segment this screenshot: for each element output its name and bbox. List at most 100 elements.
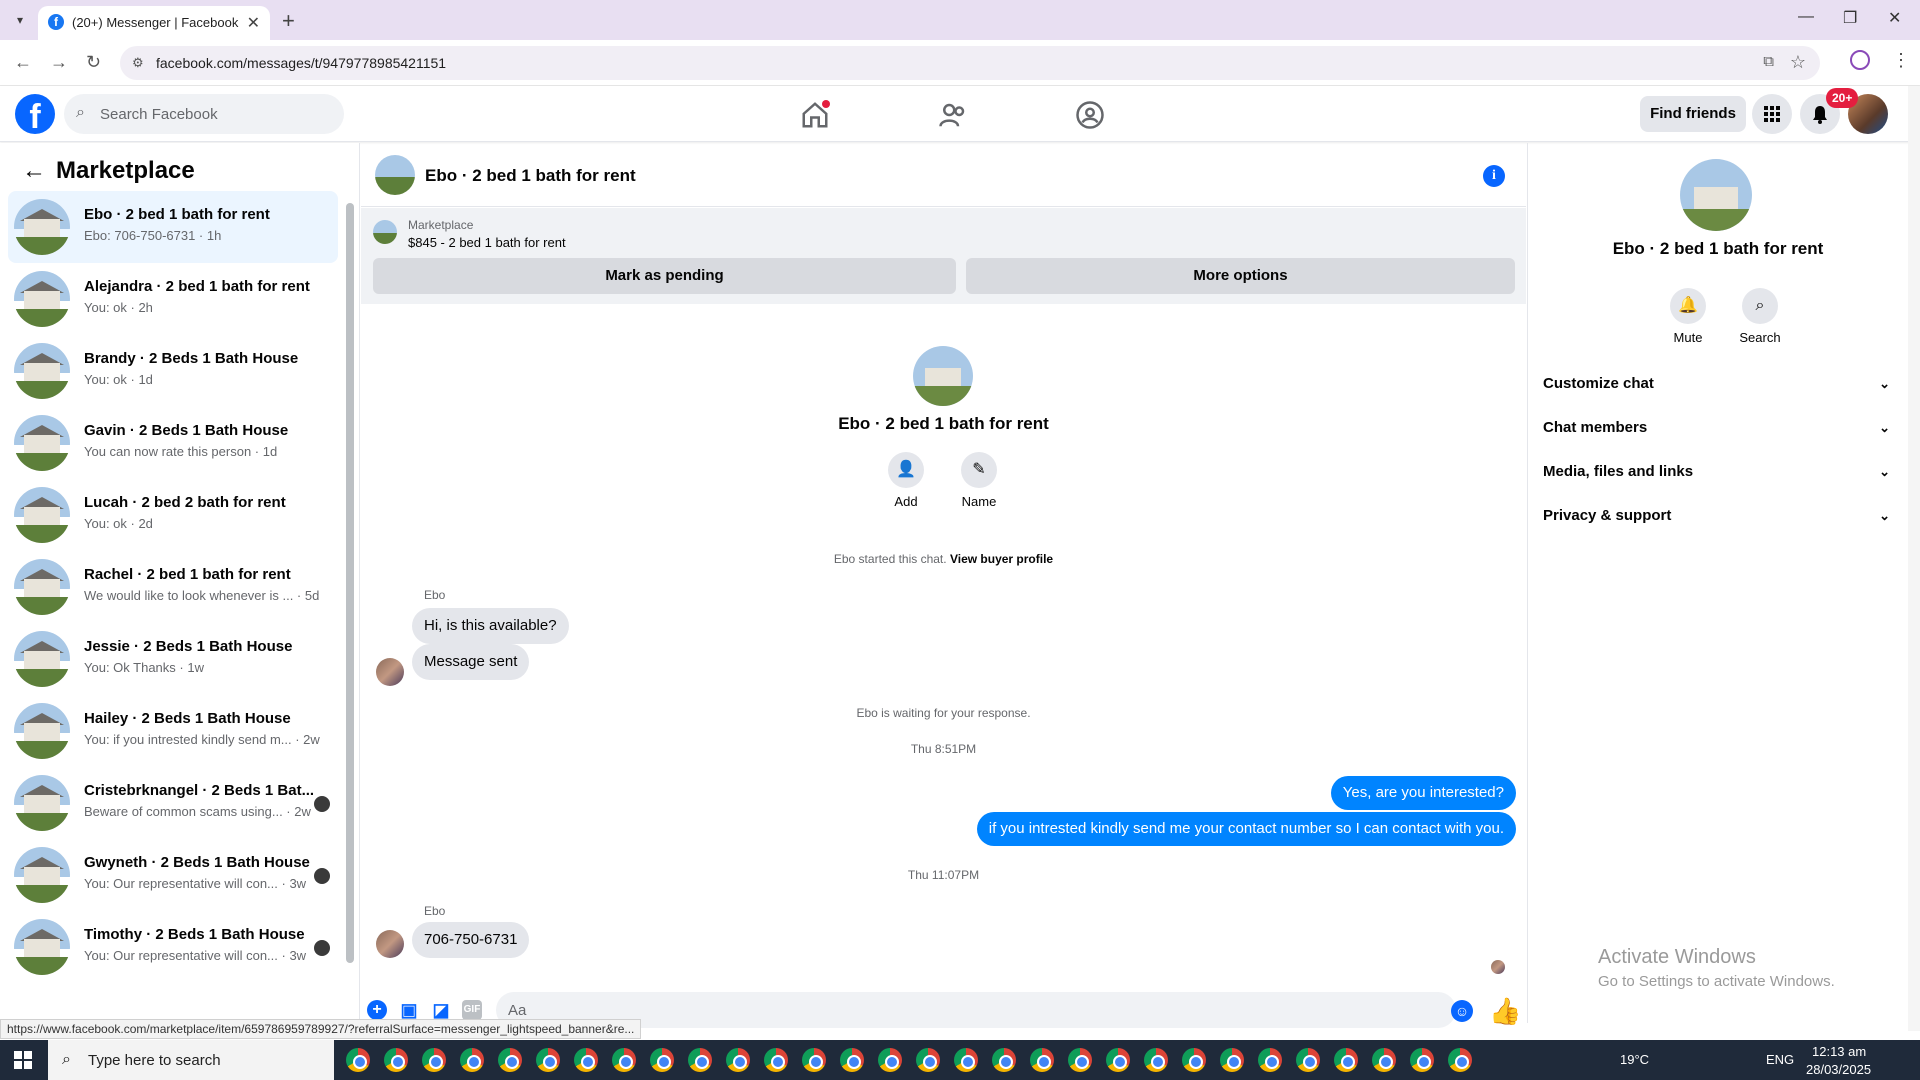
facebook-search[interactable]: ⌕ bbox=[64, 94, 344, 134]
conversation-item[interactable]: Ebo · 2 bed 1 bath for rent Ebo: 706-750-… bbox=[8, 191, 338, 263]
chrome-taskbar-icon[interactable] bbox=[992, 1048, 1016, 1072]
gif-icon[interactable]: GIF bbox=[462, 1000, 482, 1020]
photo-icon[interactable]: ▣ bbox=[399, 1000, 419, 1020]
clock-date[interactable]: 28/03/2025 bbox=[1806, 1062, 1871, 1077]
sticker-icon[interactable]: ◪ bbox=[431, 1000, 451, 1020]
back-arrow-icon[interactable]: ← bbox=[22, 157, 46, 185]
info-icon[interactable]: i bbox=[1483, 165, 1505, 187]
chrome-taskbar-icon[interactable] bbox=[1144, 1048, 1168, 1072]
new-tab-icon[interactable]: + bbox=[282, 8, 295, 34]
close-tab-icon[interactable]: ✕ bbox=[247, 13, 260, 33]
chrome-taskbar-icon[interactable] bbox=[764, 1048, 788, 1072]
chrome-taskbar-icon[interactable] bbox=[688, 1048, 712, 1072]
taskbar-search[interactable]: ⌕ Type here to search bbox=[48, 1040, 334, 1080]
chrome-taskbar-icon[interactable] bbox=[574, 1048, 598, 1072]
incoming-message[interactable]: 706-750-6731 bbox=[412, 922, 530, 958]
chrome-taskbar-icon[interactable] bbox=[650, 1048, 674, 1072]
chrome-taskbar-icon[interactable] bbox=[1030, 1048, 1054, 1072]
minimize-icon[interactable]: — bbox=[1798, 8, 1814, 26]
rename-action[interactable]: ✎ Name bbox=[949, 452, 1009, 509]
incoming-message[interactable]: Message sent bbox=[412, 644, 530, 680]
chat-avatar[interactable] bbox=[375, 155, 415, 195]
language-indicator[interactable]: ENG bbox=[1766, 1052, 1794, 1067]
section-privacy-support[interactable]: Privacy & support ⌄ bbox=[1543, 498, 1898, 534]
friends-icon[interactable] bbox=[938, 100, 968, 130]
chrome-taskbar-icon[interactable] bbox=[1448, 1048, 1472, 1072]
outgoing-message[interactable]: if you intrested kindly send me your con… bbox=[976, 812, 1516, 846]
more-options-button[interactable]: More options bbox=[966, 258, 1515, 294]
chrome-taskbar-icon[interactable] bbox=[1068, 1048, 1092, 1072]
chrome-taskbar-icon[interactable] bbox=[384, 1048, 408, 1072]
listing-thumbnail[interactable] bbox=[373, 220, 397, 244]
conversation-item[interactable]: Rachel · 2 bed 1 bath for rent We would l… bbox=[8, 551, 338, 623]
chrome-taskbar-icon[interactable] bbox=[1258, 1048, 1282, 1072]
incoming-message[interactable]: Hi, is this available? bbox=[412, 608, 569, 644]
listing-title[interactable]: $845 - 2 bed 1 bath for rent bbox=[408, 235, 566, 250]
chrome-taskbar-icon[interactable] bbox=[1220, 1048, 1244, 1072]
section-media-files-links[interactable]: Media, files and links ⌄ bbox=[1543, 454, 1898, 490]
find-friends-button[interactable]: Find friends bbox=[1640, 96, 1746, 132]
conversation-item[interactable]: Timothy · 2 Beds 1 Bath House You: Our re… bbox=[8, 911, 338, 983]
plus-icon[interactable]: + bbox=[367, 1000, 387, 1020]
chrome-taskbar-icon[interactable] bbox=[916, 1048, 940, 1072]
chrome-taskbar-icon[interactable] bbox=[422, 1048, 446, 1072]
thumbs-up-icon[interactable]: 👍 bbox=[1489, 996, 1521, 1027]
groups-icon[interactable] bbox=[1075, 100, 1105, 130]
chat-title[interactable]: Ebo · 2 bed 1 bath for rent bbox=[425, 166, 636, 186]
chrome-taskbar-icon[interactable] bbox=[346, 1048, 370, 1072]
sender-avatar[interactable] bbox=[376, 930, 404, 958]
forward-icon[interactable]: → bbox=[50, 52, 68, 73]
close-window-icon[interactable]: ✕ bbox=[1888, 8, 1901, 28]
sender-avatar[interactable] bbox=[376, 658, 404, 686]
omnibox[interactable]: ⚙ facebook.com/messages/t/94797789854211… bbox=[120, 46, 1820, 80]
back-icon[interactable]: ← bbox=[14, 52, 32, 73]
temperature[interactable]: 19°C bbox=[1620, 1052, 1649, 1067]
conversation-item[interactable]: Gavin · 2 Beds 1 Bath House You can now r… bbox=[8, 407, 338, 479]
outgoing-message[interactable]: Yes, are you interested? bbox=[1330, 776, 1516, 810]
reload-icon[interactable]: ↻ bbox=[86, 52, 101, 73]
conversation-item[interactable]: Lucah · 2 bed 2 bath for rent You: ok · 2… bbox=[8, 479, 338, 551]
install-app-icon[interactable]: ⧉ bbox=[1763, 53, 1774, 70]
chrome-taskbar-icon[interactable] bbox=[536, 1048, 560, 1072]
chrome-taskbar-icon[interactable] bbox=[802, 1048, 826, 1072]
conversation-item[interactable]: Brandy · 2 Beds 1 Bath House You: ok · 1d bbox=[8, 335, 338, 407]
chrome-taskbar-icon[interactable] bbox=[498, 1048, 522, 1072]
url-text[interactable]: facebook.com/messages/t/9479778985421151 bbox=[156, 55, 446, 71]
conversation-item[interactable]: Gwyneth · 2 Beds 1 Bath House You: Our re… bbox=[8, 839, 338, 911]
site-info-icon[interactable]: ⚙ bbox=[132, 55, 144, 71]
section-chat-members[interactable]: Chat members ⌄ bbox=[1543, 410, 1898, 446]
mark-pending-button[interactable]: Mark as pending bbox=[373, 258, 956, 294]
windows-start-icon[interactable] bbox=[14, 1051, 32, 1069]
menu-grid-button[interactable] bbox=[1752, 94, 1792, 134]
bookmark-star-icon[interactable]: ☆ bbox=[1790, 52, 1806, 73]
conversation-item[interactable]: Jessie · 2 Beds 1 Bath House You: Ok Than… bbox=[8, 623, 338, 695]
browser-menu-icon[interactable]: ⋮ bbox=[1892, 50, 1910, 71]
chrome-taskbar-icon[interactable] bbox=[840, 1048, 864, 1072]
search-input[interactable] bbox=[100, 94, 330, 134]
chrome-taskbar-icon[interactable] bbox=[1334, 1048, 1358, 1072]
chrome-taskbar-icon[interactable] bbox=[1372, 1048, 1396, 1072]
browser-profile-icon[interactable] bbox=[1850, 50, 1870, 70]
add-member-action[interactable]: 👤 Add bbox=[876, 452, 936, 509]
page-scrollbar[interactable] bbox=[1908, 86, 1920, 1031]
chrome-taskbar-icon[interactable] bbox=[1106, 1048, 1130, 1072]
clock-time[interactable]: 12:13 am bbox=[1812, 1044, 1866, 1059]
conversation-item[interactable]: Hailey · 2 Beds 1 Bath House You: if you … bbox=[8, 695, 338, 767]
chrome-taskbar-icon[interactable] bbox=[460, 1048, 484, 1072]
sidebar-scrollbar[interactable] bbox=[346, 203, 354, 963]
conversation-item[interactable]: Cristebrknangel · 2 Beds 1 Bat... Beware … bbox=[8, 767, 338, 839]
chrome-taskbar-icon[interactable] bbox=[1410, 1048, 1434, 1072]
browser-tab[interactable]: f (20+) Messenger | Facebook ✕ bbox=[38, 6, 270, 40]
chrome-taskbar-icon[interactable] bbox=[878, 1048, 902, 1072]
facebook-logo[interactable]: f bbox=[15, 94, 55, 136]
chrome-taskbar-icon[interactable] bbox=[612, 1048, 636, 1072]
tab-search-dropdown-icon[interactable]: ▾ bbox=[10, 10, 30, 30]
mute-action[interactable]: 🔔 Mute bbox=[1658, 288, 1718, 345]
view-buyer-profile-link[interactable]: View buyer profile bbox=[950, 552, 1053, 566]
section-customize-chat[interactable]: Customize chat ⌄ bbox=[1543, 366, 1898, 402]
chrome-taskbar-icon[interactable] bbox=[1296, 1048, 1320, 1072]
chrome-taskbar-icon[interactable] bbox=[1182, 1048, 1206, 1072]
restore-icon[interactable]: ❐ bbox=[1843, 8, 1857, 28]
emoji-icon[interactable]: ☺ bbox=[1451, 1000, 1473, 1022]
search-action[interactable]: ⌕ Search bbox=[1730, 288, 1790, 345]
